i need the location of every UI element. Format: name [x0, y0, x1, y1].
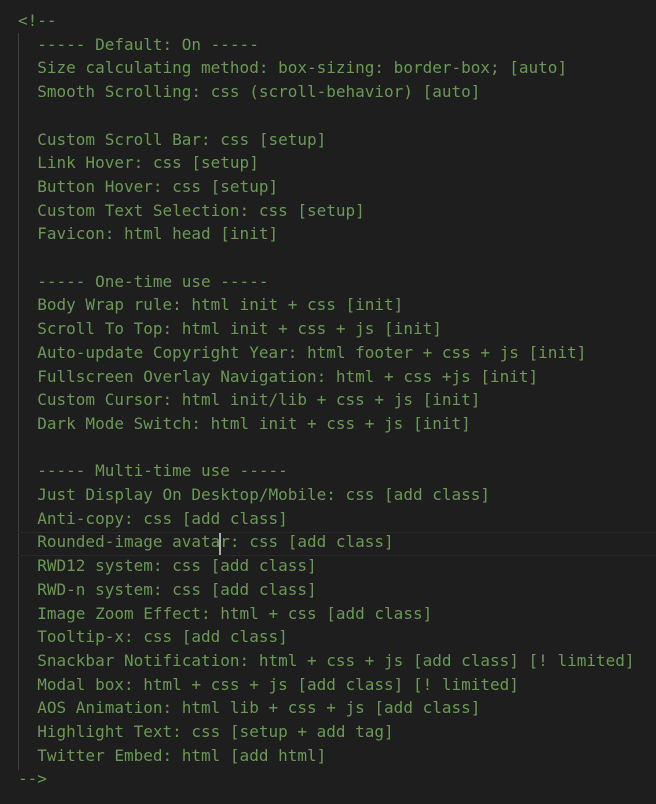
code-line[interactable]: Size calculating method: box-sizing: bor… — [18, 56, 567, 80]
code-line[interactable]: ----- Multi-time use ----- — [18, 459, 287, 483]
code-line[interactable]: Image Zoom Effect: html + css [add class… — [18, 602, 432, 626]
code-line[interactable]: AOS Animation: html lib + css + js [add … — [18, 696, 480, 720]
code-line[interactable]: Dark Mode Switch: html init + css + js [… — [18, 412, 470, 436]
code-line[interactable]: Just Display On Desktop/Mobile: css [add… — [18, 483, 490, 507]
code-line[interactable]: <!-- — [18, 9, 57, 33]
code-line[interactable]: Anti-copy: css [add class] — [18, 507, 287, 531]
code-line[interactable]: Custom Text Selection: css [setup] — [18, 199, 365, 223]
code-line[interactable]: RWD-n system: css [add class] — [18, 578, 316, 602]
code-line[interactable]: Fullscreen Overlay Navigation: html + cs… — [18, 365, 538, 389]
code-line[interactable]: Smooth Scrolling: css (scroll-behavior) … — [18, 80, 480, 104]
code-line[interactable]: Auto-update Copyright Year: html footer … — [18, 341, 586, 365]
code-line[interactable]: Scroll To Top: html init + css + js [ini… — [18, 317, 442, 341]
code-line[interactable]: Modal box: html + css + js [add class] [… — [18, 673, 519, 697]
code-line[interactable]: Twitter Embed: html [add html] — [18, 744, 326, 768]
code-line[interactable]: ----- Default: On ----- — [18, 33, 259, 57]
code-line[interactable]: Snackbar Notification: html + css + js [… — [18, 649, 634, 673]
code-line[interactable]: Link Hover: css [setup] — [18, 151, 259, 175]
code-line[interactable]: ----- One-time use ----- — [18, 270, 268, 294]
code-line[interactable]: RWD12 system: css [add class] — [18, 554, 316, 578]
text-cursor — [219, 533, 221, 555]
code-line[interactable]: Body Wrap rule: html init + css [init] — [18, 293, 403, 317]
code-line[interactable]: Rounded-image avatar: css [add class] — [18, 530, 393, 554]
code-line[interactable]: Tooltip-x: css [add class] — [18, 625, 287, 649]
code-line[interactable]: Favicon: html head [init] — [18, 222, 278, 246]
code-line[interactable]: Highlight Text: css [setup + add tag] — [18, 720, 393, 744]
code-line[interactable]: Button Hover: css [setup] — [18, 175, 278, 199]
code-line[interactable]: --> — [18, 767, 47, 791]
code-line[interactable]: Custom Cursor: html init/lib + css + js … — [18, 388, 480, 412]
code-editor[interactable]: <!-- ----- Default: On ----- Size calcul… — [0, 0, 656, 804]
code-line[interactable]: Custom Scroll Bar: css [setup] — [18, 128, 326, 152]
